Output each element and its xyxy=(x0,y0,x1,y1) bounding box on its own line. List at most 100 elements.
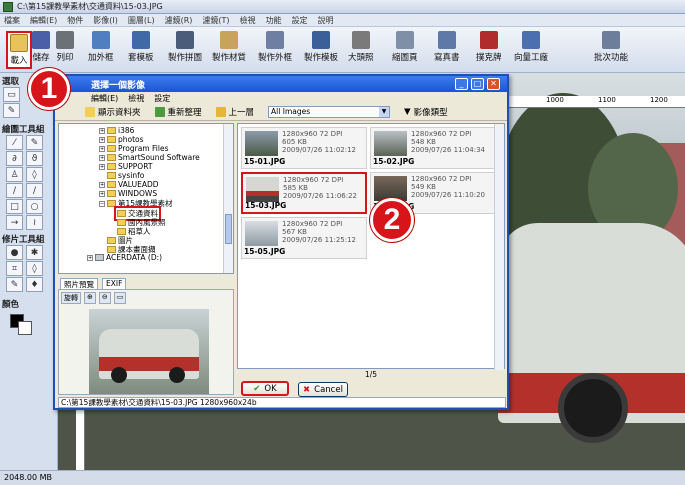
menu-filter[interactable]: 濾鏡(R) xyxy=(165,15,193,26)
folder-icon xyxy=(107,181,116,188)
fill-icon[interactable]: ◊ xyxy=(26,167,43,182)
menu-file[interactable]: 檔案 xyxy=(4,15,20,26)
folder-tree[interactable]: + i386 + photos + Program Files + SmartSound… xyxy=(58,123,234,274)
menu-image[interactable]: 影像(I) xyxy=(93,15,118,26)
menu-settings[interactable]: 設定 xyxy=(292,15,308,26)
menu-filter2[interactable]: 濾鏡(T) xyxy=(202,15,229,26)
apply-template-button[interactable]: 套模板 xyxy=(128,31,154,63)
ellipse-icon[interactable]: ○ xyxy=(26,199,43,214)
stamp-icon[interactable]: ♙ xyxy=(6,167,23,182)
thumbnail-card-selected[interactable]: 1280x960 72 DPI 585 KB 2009/07/26 11:06:22… xyxy=(241,172,367,214)
make-template-button[interactable]: 製作模板 xyxy=(304,31,338,63)
smudge-icon[interactable]: ϑ xyxy=(26,151,43,166)
tree-item[interactable]: + Program Files xyxy=(99,144,169,153)
fit-icon[interactable]: ▭ xyxy=(113,292,127,304)
status-bar: 2048.00 MB xyxy=(0,470,685,485)
zoom-in-icon[interactable]: ⊕ xyxy=(84,292,96,304)
page-indicator: 1/5 xyxy=(364,370,378,379)
id-photo-button[interactable]: 大頭照 xyxy=(348,31,374,63)
photo-book-icon xyxy=(437,31,456,49)
tree-item[interactable]: sysinfo xyxy=(107,171,144,180)
line-icon[interactable]: ∕ xyxy=(6,183,23,198)
tree-item[interactable]: + VALUEADD xyxy=(99,180,159,189)
add-frame-button[interactable]: 加外框 xyxy=(88,31,114,63)
app-title-bar: C:\第15課教學素材\交通資料\15-03.JPG xyxy=(0,0,685,14)
preview-panel: 旋轉 ⊕ ⊖ ▭ xyxy=(58,289,234,395)
folder-icon xyxy=(107,127,116,134)
folder-icon xyxy=(107,172,116,179)
rotate-button[interactable]: 旋轉 xyxy=(61,292,81,304)
save-button[interactable]: 儲存 xyxy=(32,31,50,63)
menu-edit[interactable]: 編輯(E) xyxy=(30,15,57,26)
pencil-icon[interactable]: ✎ xyxy=(26,135,43,150)
menu-layer[interactable]: 圖層(L) xyxy=(128,15,155,26)
sharpen-icon[interactable]: ♦ xyxy=(26,277,43,292)
expand-icon: + xyxy=(99,163,105,170)
close-icon[interactable]: ✕ xyxy=(487,78,500,90)
frame-icon xyxy=(91,31,110,49)
tree-item[interactable]: + photos xyxy=(99,135,144,144)
tree-item[interactable]: + ACERDATA (D:) xyxy=(87,253,162,262)
background-color-swatch[interactable] xyxy=(18,321,32,335)
brush-icon[interactable]: ⁄ xyxy=(6,135,23,150)
poker-button[interactable]: 撲克牌 xyxy=(476,31,502,63)
tab-exif[interactable]: EXIF xyxy=(102,278,127,289)
show-folders-button[interactable]: 顯示資料夾 xyxy=(85,106,141,118)
batch-button[interactable]: 批次功能 xyxy=(594,31,628,63)
clone-icon[interactable]: ✱ xyxy=(26,245,43,260)
zoom-out-icon[interactable]: ⊖ xyxy=(98,292,111,304)
rect-select-icon[interactable]: ▭ xyxy=(3,87,20,102)
tree-item[interactable]: + SUPPORT xyxy=(99,162,152,171)
thumbnail-card[interactable]: 1280x960 72 DPI 567 KB 2009/07/26 11:25:12… xyxy=(241,217,367,259)
eye-icon[interactable]: ● xyxy=(6,245,23,260)
thumbnail-scrollbar[interactable] xyxy=(494,124,504,370)
check-icon: ✔ xyxy=(253,383,261,394)
refresh-button[interactable]: 重新整理 xyxy=(154,106,202,118)
blur-icon[interactable]: ◊ xyxy=(26,261,43,276)
up-level-button[interactable]: 上一層 xyxy=(215,106,254,118)
minimize-icon[interactable]: _ xyxy=(455,78,468,90)
dialog-menu-view[interactable]: 檢視 xyxy=(128,93,144,104)
menu-view[interactable]: 檢視 xyxy=(240,15,256,26)
arrow-icon[interactable]: → xyxy=(6,215,23,230)
tree-item[interactable]: + WINDOWS xyxy=(99,189,157,198)
select-label: 選取 xyxy=(2,77,20,87)
red-eye-icon[interactable]: ✎ xyxy=(6,277,23,292)
load-button[interactable]: 載入 xyxy=(6,31,32,69)
crop-icon[interactable]: ⌗ xyxy=(6,261,23,276)
image-type-select[interactable]: All Images ▼ xyxy=(268,106,391,118)
rectangle-icon[interactable]: □ xyxy=(6,199,23,214)
thumbnail-card[interactable]: 1280x960 72 DPI 605 KB 2009/07/26 11:02:12… xyxy=(241,127,367,169)
folder-icon xyxy=(85,107,95,117)
menu-object[interactable]: 物件 xyxy=(67,15,83,26)
menu-function[interactable]: 功能 xyxy=(266,15,282,26)
thumbnail-page-icon xyxy=(395,31,414,49)
tree-scrollbar[interactable] xyxy=(223,124,233,273)
thumbnail-page-button[interactable]: 縮圖頁 xyxy=(392,31,418,63)
text-icon[interactable]: ≀ xyxy=(26,215,43,230)
dialog-menu-edit[interactable]: 編輯(E) xyxy=(91,93,118,104)
airbrush-icon[interactable]: ∂ xyxy=(6,151,23,166)
make-texture-button[interactable]: 製作材質 xyxy=(212,31,246,63)
make-frame-button[interactable]: 製作外框 xyxy=(258,31,292,63)
print-button[interactable]: 列印 xyxy=(56,31,74,63)
poker-icon xyxy=(479,31,498,49)
make-template-icon xyxy=(312,31,330,49)
vector-factory-button[interactable]: 向量工廠 xyxy=(514,31,548,63)
photo-book-button[interactable]: 寫真書 xyxy=(434,31,460,63)
make-puzzle-button[interactable]: 製作拼圖 xyxy=(168,31,202,63)
scrollbar-thumb[interactable] xyxy=(225,214,232,244)
maximize-icon[interactable]: □ xyxy=(471,78,484,90)
ok-button[interactable]: ✔ OK xyxy=(241,381,289,396)
tab-photo-preview[interactable]: 照片預覽 xyxy=(60,278,98,289)
cancel-button[interactable]: ✖ Cancel xyxy=(298,382,348,397)
dialog-menu-settings[interactable]: 設定 xyxy=(154,93,170,104)
tree-item[interactable]: + i386 xyxy=(99,126,134,135)
wand-icon[interactable]: ✎ xyxy=(3,103,20,118)
color-label: 顏色 xyxy=(2,300,20,310)
folder-icon xyxy=(107,237,116,244)
menu-help[interactable]: 說明 xyxy=(318,15,334,26)
thumbnail-card[interactable]: 1280x960 72 DPI 548 KB 2009/07/26 11:04:34… xyxy=(370,127,496,169)
curve-icon[interactable]: ∕ xyxy=(26,183,43,198)
tree-item[interactable]: + SmartSound Software xyxy=(99,153,200,162)
